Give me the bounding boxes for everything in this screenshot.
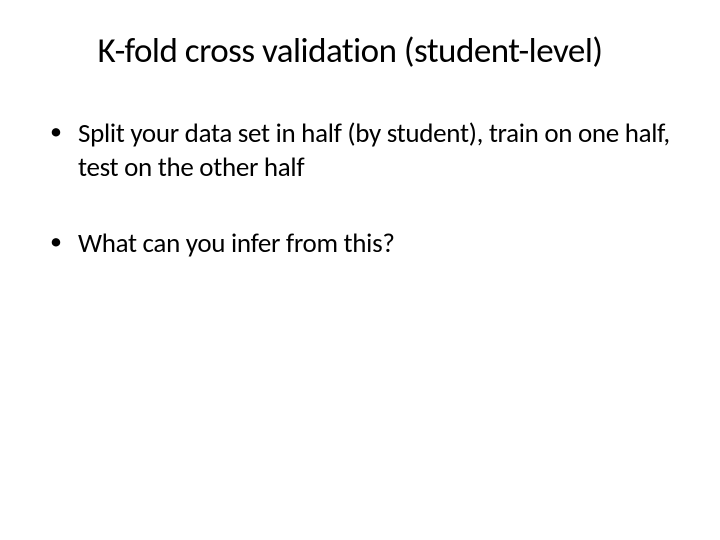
bullet-item: Split your data set in half (by student)… [50,117,670,185]
bullet-item: What can you infer from this? [50,227,670,261]
slide-title: K-fold cross validation (student-level) [30,30,670,72]
bullet-list: Split your data set in half (by student)… [30,117,670,260]
